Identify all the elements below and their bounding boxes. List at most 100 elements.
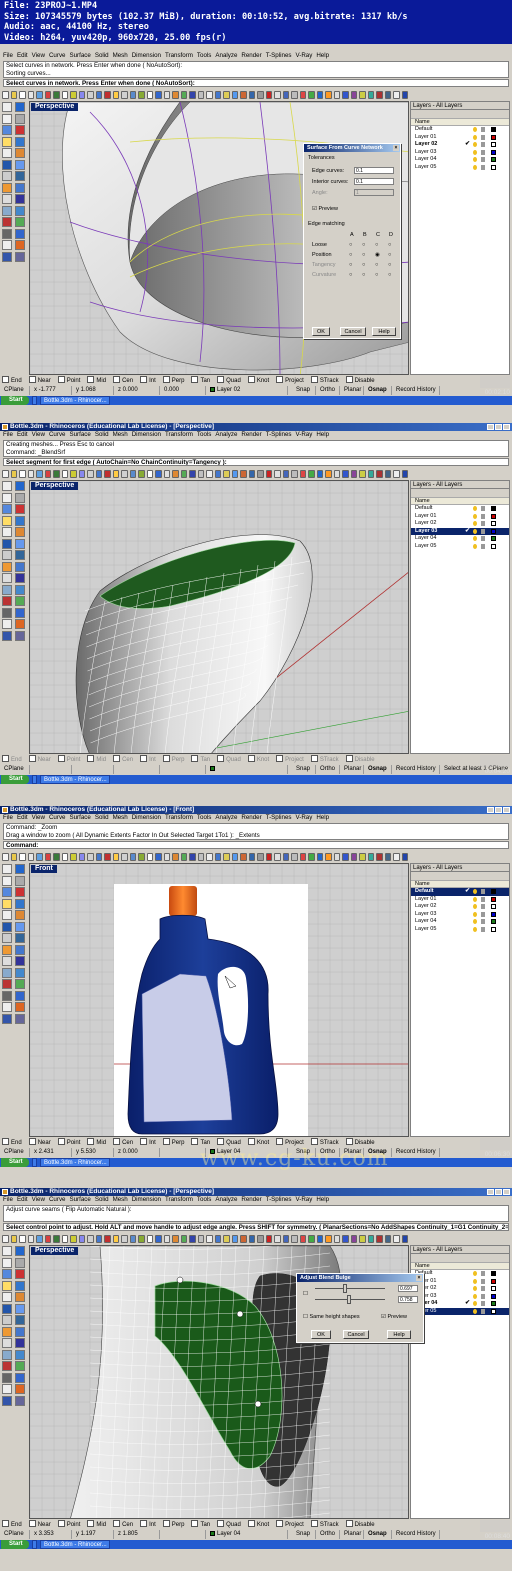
toolbar-tool-38-icon[interactable]: [316, 852, 323, 861]
dialog-help-button[interactable]: Help: [387, 1330, 411, 1339]
left-tool-9-icon[interactable]: [2, 1292, 12, 1302]
menu-tsplines[interactable]: T-Splines: [266, 431, 292, 438]
left-tool-5-icon[interactable]: [2, 1269, 12, 1279]
left-tool-18-icon[interactable]: [15, 1338, 25, 1348]
left-tool-14-icon[interactable]: [15, 550, 25, 560]
menu-tsplines[interactable]: T-Splines: [266, 52, 292, 59]
toolbar-tool-16-icon[interactable]: [129, 852, 136, 861]
left-tool-7-icon[interactable]: [2, 515, 12, 526]
edge-match-radio[interactable]: ○: [375, 272, 378, 278]
preview-checkbox[interactable]: ☑ Preview: [381, 1314, 407, 1320]
osnap-point-checkbox[interactable]: Point: [58, 757, 81, 763]
toolbar-tool-18-icon[interactable]: [146, 852, 153, 861]
lightbulb-icon[interactable]: [473, 1293, 477, 1299]
left-tool-1-icon[interactable]: [2, 481, 12, 491]
layer-row[interactable]: Layer 02: [411, 520, 509, 528]
left-tool-15-icon[interactable]: [2, 944, 12, 955]
toolbar-tool-3-icon[interactable]: [19, 1234, 26, 1243]
left-tool-17-icon[interactable]: [2, 573, 12, 583]
menu-file[interactable]: File: [3, 431, 13, 438]
left-tool-28-icon[interactable]: [15, 630, 25, 641]
viewport[interactable]: Front: [29, 863, 409, 1137]
toolbar-tool-29-icon[interactable]: [240, 90, 247, 99]
left-tool-22-icon[interactable]: [15, 217, 25, 227]
left-tool-25-icon[interactable]: [2, 619, 12, 629]
menu-surface[interactable]: Surface: [69, 52, 90, 59]
lightbulb-icon[interactable]: [473, 506, 477, 511]
left-tool-17-icon[interactable]: [2, 1338, 12, 1348]
left-tool-23-icon[interactable]: [2, 990, 12, 1001]
menu-file[interactable]: File: [3, 1196, 13, 1203]
osnap-int-checkbox[interactable]: Int: [140, 1140, 156, 1146]
ortho-toggle[interactable]: Ortho: [318, 386, 340, 395]
toolbar-tool-8-icon[interactable]: [61, 1234, 68, 1243]
viewport[interactable]: Perspective: [29, 480, 409, 754]
menu-transform[interactable]: Transform: [165, 52, 193, 59]
osnap-point-checkbox[interactable]: Point: [58, 378, 81, 384]
toolbar-tool-39-icon[interactable]: [325, 852, 332, 861]
edge-match-radio[interactable]: ○: [362, 242, 365, 248]
menu-analyze[interactable]: Analyze: [215, 1196, 237, 1203]
lightbulb-icon[interactable]: [473, 911, 477, 917]
lock-icon[interactable]: [481, 1271, 485, 1276]
left-tool-22-icon[interactable]: [15, 1361, 25, 1371]
layer-color-swatch[interactable]: [491, 904, 496, 909]
left-tool-6-icon[interactable]: [15, 504, 25, 514]
layer-row[interactable]: Layer 03: [411, 149, 509, 157]
toolbar-tool-33-icon[interactable]: [274, 1234, 281, 1243]
lock-icon[interactable]: [481, 919, 485, 924]
lightbulb-icon[interactable]: [473, 926, 477, 932]
left-tool-25-icon[interactable]: [2, 240, 12, 250]
quick-launch-icon[interactable]: [32, 1540, 37, 1549]
toolbar-tool-23-icon[interactable]: [189, 90, 196, 99]
menu-render[interactable]: Render: [241, 814, 261, 821]
viewport-label[interactable]: Perspective: [31, 482, 79, 490]
toolbar-tool-42-icon[interactable]: [350, 1234, 357, 1243]
lightbulb-icon[interactable]: [473, 149, 477, 155]
toolbar-tool-25-icon[interactable]: [206, 469, 213, 478]
toolbar-tool-11-icon[interactable]: [87, 852, 94, 861]
menu-transform[interactable]: Transform: [165, 431, 193, 438]
toolbar-tool-7-icon[interactable]: [53, 469, 60, 478]
toolbar-tool-27-icon[interactable]: [223, 469, 230, 478]
record-history-toggle[interactable]: Record History: [394, 765, 440, 774]
toolbar-tool-11-icon[interactable]: [87, 1234, 94, 1243]
toolbar-tool-24-icon[interactable]: [197, 852, 204, 861]
left-tool-13-icon[interactable]: [2, 171, 12, 181]
toolbar-tool-28-icon[interactable]: [231, 1234, 238, 1243]
toolbar-tool-1-icon[interactable]: [2, 469, 9, 478]
toolbar-tool-2-icon[interactable]: [10, 469, 17, 478]
toolbar-tool-8-icon[interactable]: [61, 90, 68, 99]
left-tool-20-icon[interactable]: [15, 1349, 25, 1360]
layer-row[interactable]: Default ✔: [411, 888, 509, 896]
toolbar-tool-48-icon[interactable]: [401, 469, 408, 478]
toolbar-tool-2-icon[interactable]: [10, 852, 17, 861]
lightbulb-icon[interactable]: [473, 904, 477, 909]
lightbulb-icon[interactable]: [473, 142, 477, 147]
left-tool-8-icon[interactable]: [15, 898, 25, 909]
toolbar-tool-16-icon[interactable]: [129, 469, 136, 478]
toolbar-tool-25-icon[interactable]: [206, 90, 213, 99]
left-tool-11-icon[interactable]: [2, 538, 12, 549]
layers-name-column-header[interactable]: Name: [411, 119, 509, 126]
left-tool-28-icon[interactable]: [15, 1395, 25, 1406]
toolbar-tool-30-icon[interactable]: [248, 1234, 255, 1243]
lock-icon[interactable]: [481, 1293, 485, 1299]
menu-help[interactable]: Help: [316, 431, 329, 438]
osnap-quad-checkbox[interactable]: Quad: [217, 757, 241, 763]
osnap-point-checkbox[interactable]: Point: [58, 1522, 81, 1528]
left-tool-6-icon[interactable]: [15, 125, 25, 135]
toolbar-tool-13-icon[interactable]: [104, 1234, 111, 1243]
lock-icon[interactable]: [481, 164, 485, 170]
toolbar-tool-1-icon[interactable]: [2, 1234, 9, 1243]
lock-icon[interactable]: [481, 157, 485, 162]
toolbar-tool-36-icon[interactable]: [299, 852, 306, 861]
toolbar-tool-35-icon[interactable]: [291, 1234, 298, 1243]
toolbar-tool-32-icon[interactable]: [265, 469, 272, 478]
layer-row[interactable]: Layer 02 ✔: [411, 141, 509, 149]
lock-icon[interactable]: [481, 543, 485, 549]
left-tool-27-icon[interactable]: [2, 251, 12, 262]
menu-view[interactable]: View: [32, 1196, 45, 1203]
menu-transform[interactable]: Transform: [165, 1196, 193, 1203]
bulge-value-2-field[interactable]: 0.758: [398, 1296, 418, 1303]
